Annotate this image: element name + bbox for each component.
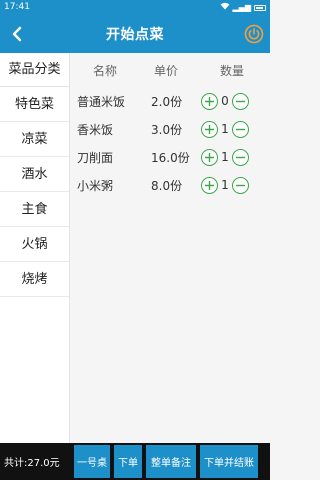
- quantity-stepper: 1: [201, 176, 249, 194]
- quantity-value: 1: [221, 122, 229, 136]
- plus-button[interactable]: [201, 92, 218, 110]
- footer-bar: 共计:27.0元 一号桌 下单 整单备注 下单并结账: [0, 443, 270, 480]
- page-title: 开始点菜: [106, 27, 164, 43]
- dish-row: 刀削面 16.0份 1: [71, 143, 270, 171]
- plus-icon: [205, 96, 214, 106]
- dish-list: 名称 单价 数量 普通米饭 2.0份 0 香米饭 3.0份 1 刀削面 16.0…: [71, 53, 270, 443]
- wifi-icon: [220, 0, 230, 15]
- dish-row: 香米饭 3.0份 1: [71, 115, 270, 143]
- minus-icon: [236, 128, 245, 130]
- quantity-value: 1: [221, 150, 229, 164]
- plus-icon: [205, 124, 214, 134]
- power-icon[interactable]: [244, 24, 264, 44]
- plus-icon: [205, 152, 214, 162]
- category-item[interactable]: 烧烤: [0, 262, 69, 297]
- dish-price: 8.0份: [151, 178, 183, 193]
- battery-icon: [254, 4, 266, 11]
- minus-button[interactable]: [232, 92, 249, 110]
- category-item[interactable]: 特色菜: [0, 87, 69, 122]
- order-total: 共计:27.0元: [4, 458, 60, 469]
- quantity-stepper: 1: [201, 120, 249, 138]
- dish-name: 普通米饭: [77, 94, 126, 109]
- dish-row: 普通米饭 2.0份 0: [71, 87, 270, 115]
- dish-price: 16.0份: [151, 150, 190, 165]
- dish-name: 香米饭: [77, 122, 114, 137]
- dish-price: 2.0份: [151, 94, 183, 109]
- minus-icon: [236, 184, 245, 186]
- category-sidebar: 菜品分类 特色菜 凉菜 酒水 主食 火锅 烧烤: [0, 53, 70, 443]
- minus-button[interactable]: [232, 176, 249, 194]
- dish-price: 3.0份: [151, 122, 183, 137]
- category-header: 菜品分类: [0, 53, 69, 87]
- dish-name: 小米粥: [77, 178, 114, 193]
- plus-button[interactable]: [201, 176, 218, 194]
- table-select-button[interactable]: 一号桌: [74, 445, 110, 478]
- column-header: 名称 单价 数量: [71, 53, 270, 87]
- category-item[interactable]: 火锅: [0, 227, 69, 262]
- column-qty: 数量: [219, 63, 244, 78]
- app-bar: 开始点菜: [0, 15, 270, 53]
- back-icon[interactable]: [8, 25, 26, 43]
- quantity-stepper: 0: [201, 92, 249, 110]
- category-item[interactable]: 酒水: [0, 157, 69, 192]
- status-time: 17:41: [4, 2, 30, 12]
- plus-button[interactable]: [201, 120, 218, 138]
- order-note-button[interactable]: 整单备注: [146, 445, 196, 478]
- quantity-value: 1: [221, 178, 229, 192]
- minus-button[interactable]: [232, 148, 249, 166]
- dish-name: 刀削面: [77, 150, 114, 165]
- minus-button[interactable]: [232, 120, 249, 138]
- signal-icon: ▂▄▆: [232, 3, 251, 12]
- minus-icon: [236, 156, 245, 158]
- category-item[interactable]: 凉菜: [0, 122, 69, 157]
- column-name: 名称: [92, 63, 117, 78]
- category-item[interactable]: 主食: [0, 192, 69, 227]
- quantity-stepper: 1: [201, 148, 249, 166]
- place-order-button[interactable]: 下单: [114, 445, 142, 478]
- quantity-value: 0: [221, 94, 229, 108]
- status-icons: ▂▄▆: [220, 0, 266, 15]
- column-price: 单价: [153, 63, 178, 78]
- plus-icon: [205, 180, 214, 190]
- dish-row: 小米粥 8.0份 1: [71, 171, 270, 199]
- status-bar: 17:41 ▂▄▆: [0, 0, 270, 15]
- minus-icon: [236, 100, 245, 102]
- plus-button[interactable]: [201, 148, 218, 166]
- order-checkout-button[interactable]: 下单并结账: [200, 445, 258, 478]
